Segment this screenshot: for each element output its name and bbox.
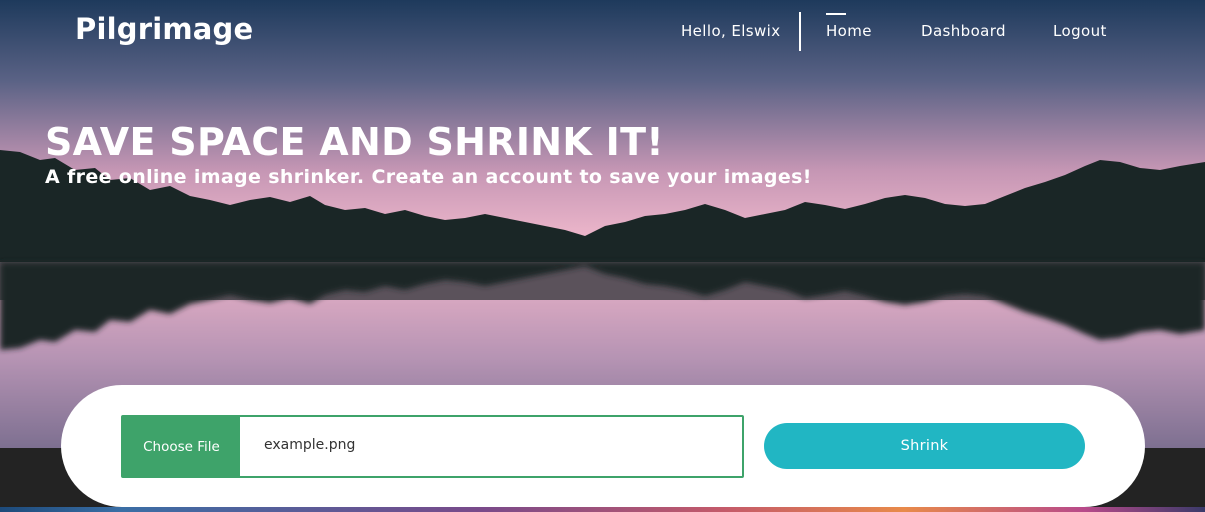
mountain-lake-background	[0, 0, 1205, 448]
nav-divider	[799, 12, 801, 51]
active-indicator	[826, 13, 846, 15]
nav-link-logout[interactable]: Logout	[1053, 22, 1107, 40]
nav-link-dashboard[interactable]: Dashboard	[921, 22, 1006, 40]
shrink-button[interactable]: Shrink	[764, 423, 1085, 469]
nav-link-home-label: Home	[826, 22, 872, 40]
choose-file-button[interactable]: Choose File	[123, 417, 240, 476]
selected-file-name: example.png	[264, 437, 356, 453]
upload-form-card: Choose File example.png Shrink	[61, 385, 1145, 507]
user-greeting: Hello, Elswix	[681, 22, 781, 40]
top-navigation: Pilgrimage Hello, Elswix Home Dashboard …	[0, 0, 1205, 64]
brand-logo[interactable]: Pilgrimage	[75, 12, 253, 46]
hero-subheadline: A free online image shrinker. Create an …	[45, 166, 812, 188]
hero-section	[0, 0, 1205, 448]
footer-glow-band	[0, 507, 1205, 512]
nav-link-home[interactable]: Home	[826, 13, 872, 40]
nav-link-dashboard-label: Dashboard	[921, 22, 1006, 40]
hero-headline: SAVE SPACE AND SHRINK IT!	[45, 120, 664, 164]
nav-link-logout-label: Logout	[1053, 22, 1107, 40]
file-input-group[interactable]: Choose File example.png	[121, 415, 744, 478]
